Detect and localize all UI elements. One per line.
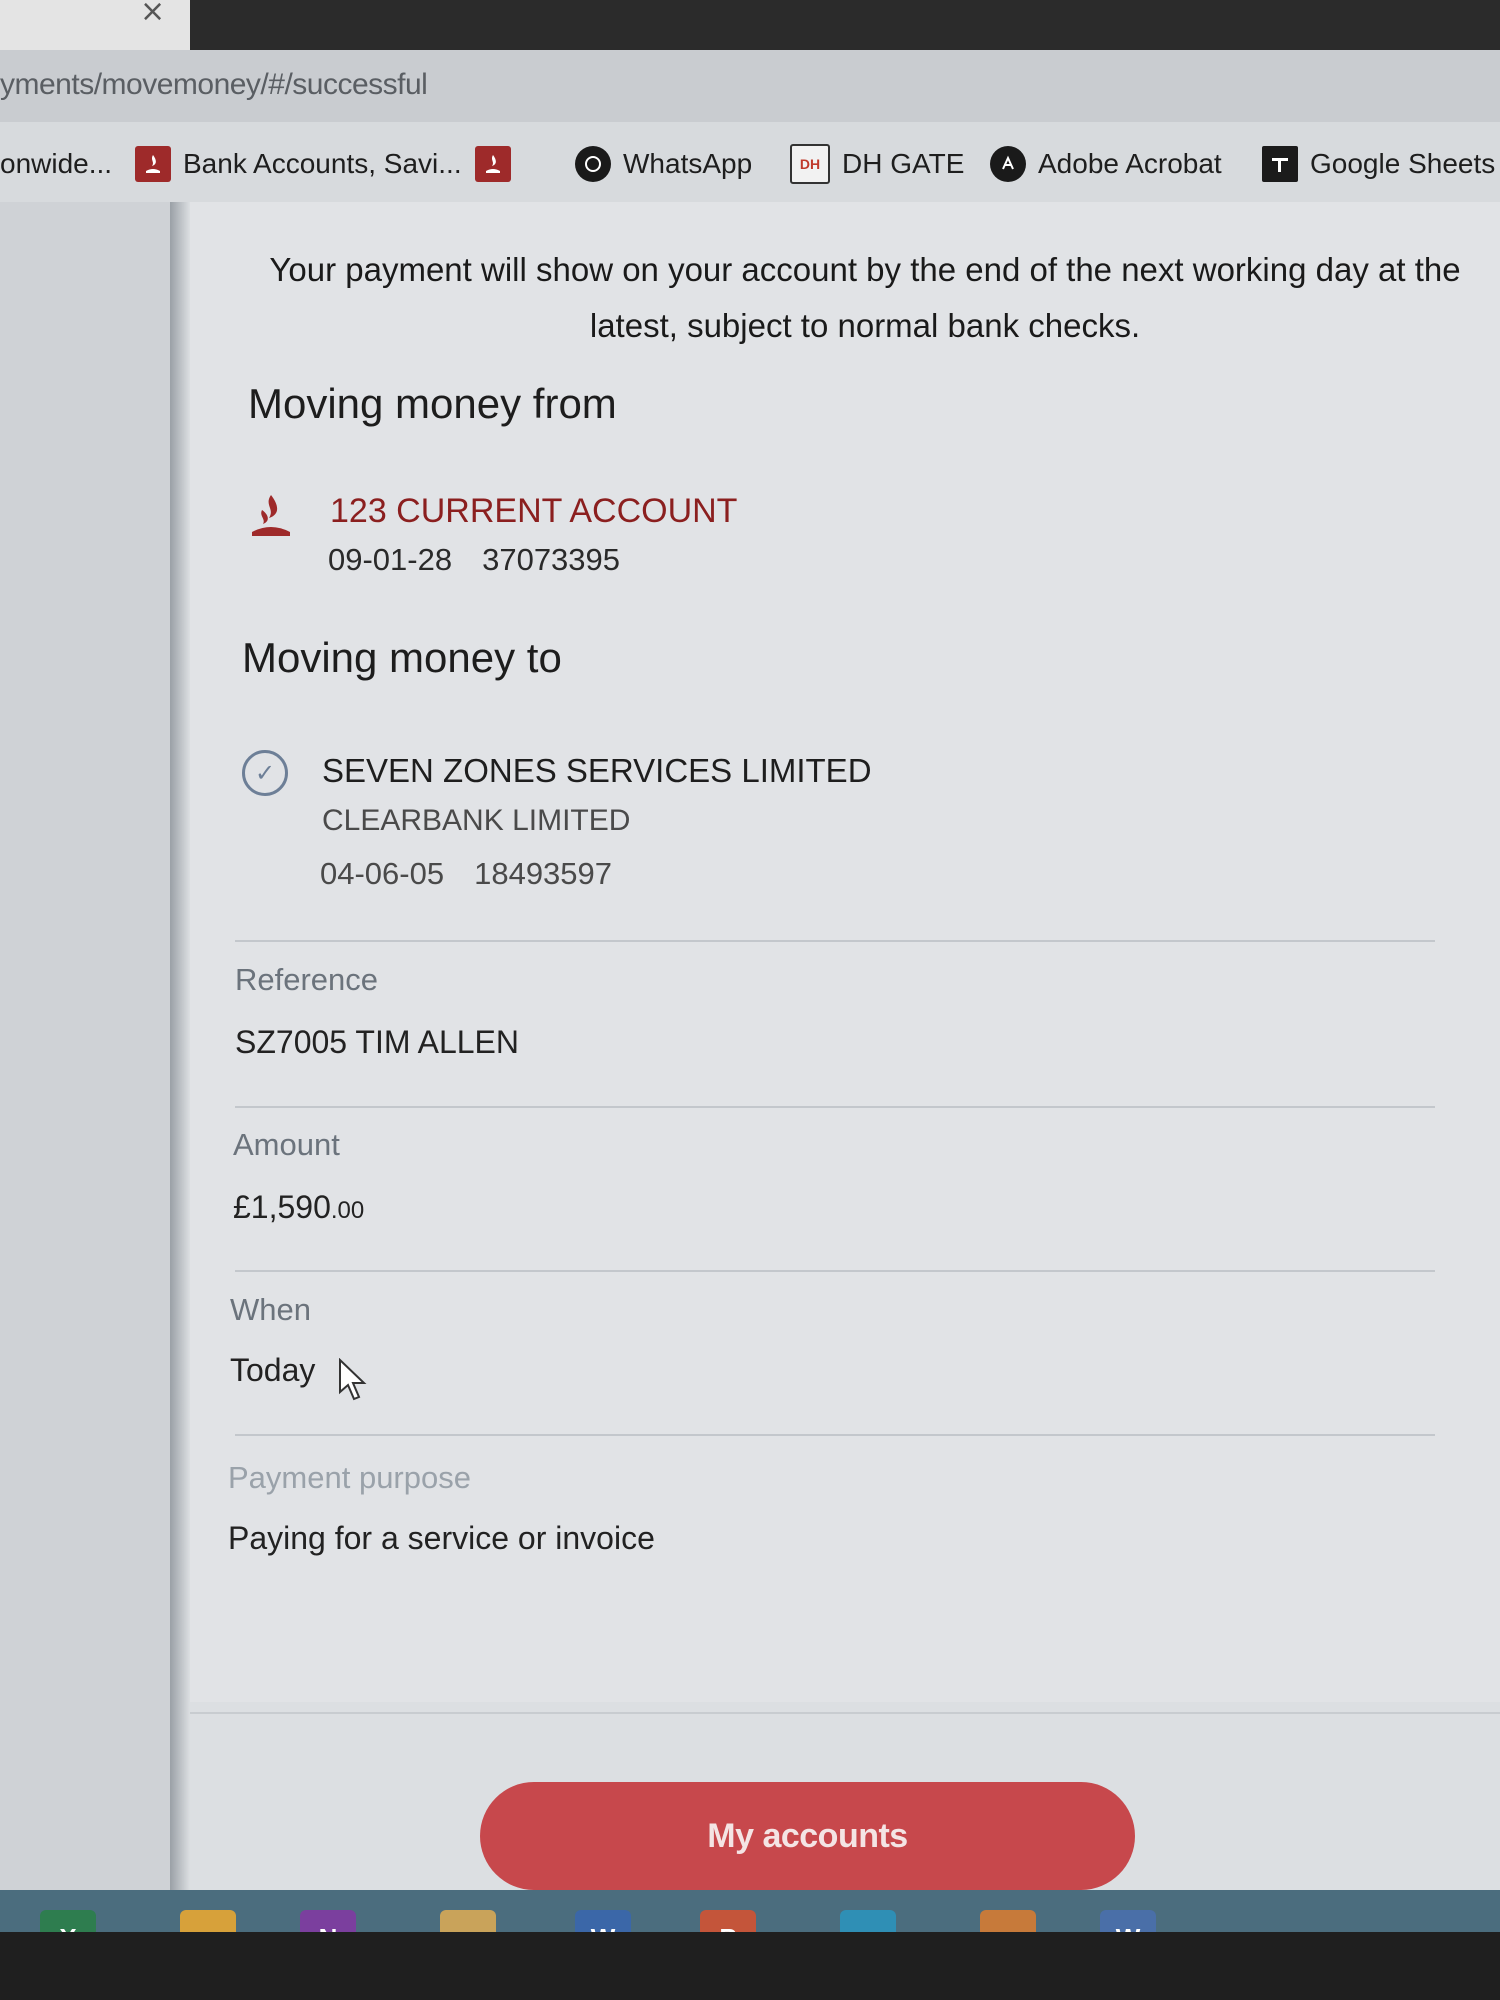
bookmark-santander[interactable]	[475, 144, 511, 184]
santander-flame-icon	[135, 146, 171, 182]
bookmark-adobe-acrobat[interactable]: Adobe Acrobat	[990, 144, 1222, 184]
monitor-bezel-top: ×	[0, 0, 1500, 55]
adobe-acrobat-icon	[990, 146, 1026, 182]
from-sort-code: 09-01-28	[328, 542, 453, 577]
panel-bottom-edge	[190, 1712, 1500, 1714]
bookmark-whatsapp[interactable]: WhatsApp	[575, 144, 752, 184]
bookmark-label: WhatsApp	[623, 148, 753, 179]
payee-name: SEVEN ZONES SERVICES LIMITED	[322, 752, 872, 789]
payment-confirmation-panel: Your payment will show on your account b…	[190, 202, 1500, 1714]
my-accounts-button[interactable]: My accounts	[480, 1782, 1135, 1890]
bookmark-label: Adobe Acrobat	[1038, 148, 1222, 179]
moving-to-heading: Moving money to	[242, 634, 562, 681]
divider	[235, 1106, 1435, 1108]
bookmark-label: DH GATE	[842, 148, 965, 179]
google-sheets-icon	[1262, 146, 1298, 182]
mouse-cursor-icon	[339, 1358, 367, 1401]
amount-pence: .00	[330, 1197, 365, 1224]
monitor-bezel-bottom	[0, 1932, 1500, 2000]
bookmark-label: Google Sheets	[1310, 148, 1496, 179]
bookmark-label: Bank Accounts, Savi...	[183, 148, 462, 179]
payee-sort-code: 04-06-05	[320, 856, 445, 891]
divider	[235, 1434, 1435, 1436]
amount-label: Amount	[233, 1127, 340, 1162]
amount-value: £1,590.00	[233, 1189, 364, 1226]
reference-value: SZ7005 TIM ALLEN	[235, 1024, 519, 1060]
divider	[235, 1270, 1435, 1272]
amount-pounds: £1,590	[233, 1189, 331, 1225]
payee-account-number: 18493597	[474, 856, 613, 891]
browser-tab[interactable]: ×	[0, 0, 190, 50]
payment-purpose-value: Paying for a service or invoice	[228, 1520, 655, 1556]
bookmark-label: onwide...	[0, 148, 113, 179]
reference-label: Reference	[235, 962, 379, 997]
bookmark-bank-accounts[interactable]: Bank Accounts, Savi...	[135, 144, 462, 184]
check-circle-icon: ✓	[242, 750, 288, 796]
payee-account-details: 04-06-05 18493597	[320, 856, 642, 892]
when-value: Today	[230, 1352, 316, 1388]
left-sidebar	[0, 202, 170, 1902]
bookmarks-bar: onwide... Bank Accounts, Savi... WhatsAp…	[0, 122, 1500, 204]
close-tab-icon[interactable]: ×	[140, 0, 165, 29]
bookmark-nationwide[interactable]: onwide...	[0, 144, 112, 184]
payee-bank-name: CLEARBANK LIMITED	[322, 804, 631, 837]
dhgate-icon: DH	[790, 144, 830, 184]
santander-flame-icon	[252, 495, 290, 536]
bookmark-google-sheets[interactable]: Google Sheets	[1262, 144, 1495, 184]
from-account-details: 09-01-28 37073395	[328, 542, 650, 578]
address-url[interactable]: yments/movemoney/#/successful	[0, 68, 428, 102]
divider	[235, 940, 1435, 942]
santander-flame-icon	[475, 146, 511, 182]
moving-from-heading: Moving money from	[248, 380, 617, 427]
payment-purpose-label: Payment purpose	[228, 1460, 471, 1495]
screen: yments/movemoney/#/successful onwide... …	[0, 50, 1500, 1982]
address-bar[interactable]: yments/movemoney/#/successful	[0, 50, 1500, 122]
payment-notice: Your payment will show on your account b…	[269, 251, 1461, 344]
sidebar-shadow	[170, 202, 190, 1902]
whatsapp-icon	[575, 146, 611, 182]
bookmark-dhgate[interactable]: DH DH GATE	[790, 144, 964, 184]
from-account-name: 123 CURRENT ACCOUNT	[330, 492, 738, 530]
from-account-number: 37073395	[482, 542, 621, 577]
when-label: When	[230, 1292, 311, 1327]
